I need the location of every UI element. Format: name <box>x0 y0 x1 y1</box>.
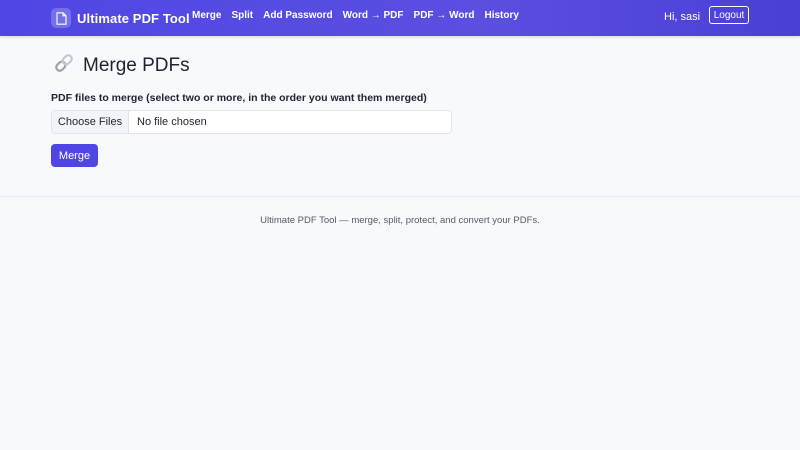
footer-divider <box>0 196 800 197</box>
page-title: Merge PDFs <box>53 52 190 79</box>
nav-link-add-password[interactable]: Add Password <box>263 10 332 21</box>
choose-files-button[interactable]: Choose Files <box>52 111 129 133</box>
link-icon <box>53 52 75 79</box>
page-title-text: Merge PDFs <box>83 54 190 76</box>
top-navbar: Ultimate PDF Tool Merge Split Add Passwo… <box>0 0 800 36</box>
nav-link-word-to-pdf[interactable]: Word → PDF <box>343 10 404 21</box>
merge-button[interactable]: Merge <box>51 144 98 167</box>
logout-button[interactable]: Logout <box>709 6 749 24</box>
pdf-files-label: PDF files to merge (select two or more, … <box>51 92 427 104</box>
nav-link-split[interactable]: Split <box>231 10 253 21</box>
main-nav: Merge Split Add Password Word → PDF PDF … <box>192 10 519 21</box>
brand-link[interactable]: Ultimate PDF Tool <box>51 8 190 28</box>
nav-link-pdf-to-word[interactable]: PDF → Word <box>414 10 475 21</box>
nav-link-history[interactable]: History <box>484 10 518 21</box>
pdf-file-input[interactable]: Choose Files No file chosen <box>51 110 452 134</box>
file-status-text: No file chosen <box>137 116 207 128</box>
document-icon <box>51 8 71 28</box>
nav-link-merge[interactable]: Merge <box>192 10 221 21</box>
brand-name: Ultimate PDF Tool <box>77 10 190 26</box>
user-greeting: Hi, sasi <box>664 11 701 23</box>
footer-text: Ultimate PDF Tool — merge, split, protec… <box>260 215 540 226</box>
